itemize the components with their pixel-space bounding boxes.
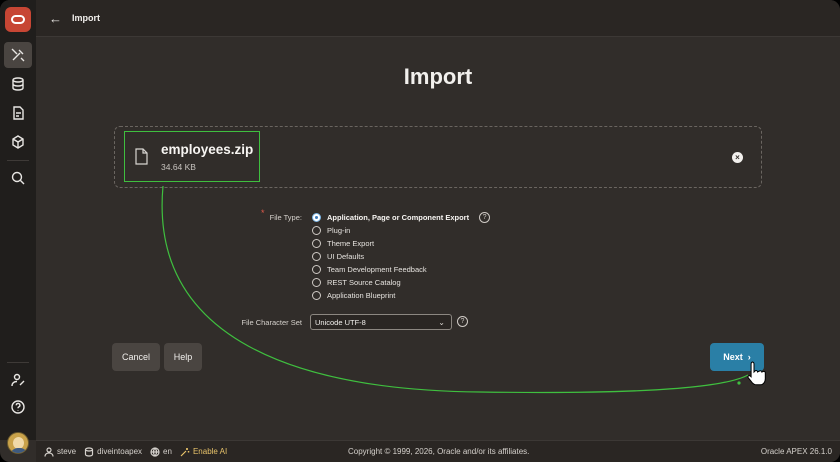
user-icon (44, 446, 54, 457)
oracle-logo[interactable] (5, 7, 31, 32)
radio-label: Application Blueprint (327, 291, 396, 300)
radio-label: UI Defaults (327, 252, 365, 261)
charset-select[interactable]: Unicode UTF-8 ⌄ (310, 314, 452, 330)
radio-option-ui-defaults[interactable]: UI Defaults (312, 250, 490, 263)
footer: steve diveintoapex en Enable AI Copyrigh… (36, 440, 840, 462)
footer-language-code: en (163, 447, 172, 456)
radio-button[interactable] (312, 291, 321, 300)
uploaded-file-card: employees.zip 34.64 KB (124, 131, 260, 182)
file-type-label: File Type: (269, 213, 302, 222)
arrow-left-icon[interactable]: ← (49, 11, 62, 26)
footer-workspace-name: diveintoapex (97, 447, 143, 456)
chevron-down-icon: ⌄ (438, 317, 445, 327)
radio-option-application-blueprint[interactable]: Application Blueprint (312, 289, 490, 302)
database-icon[interactable] (4, 71, 32, 97)
radio-button[interactable] (312, 213, 321, 222)
page-title: Import (403, 64, 473, 89)
user-settings-icon[interactable] (4, 367, 32, 393)
cancel-button[interactable]: Cancel (112, 343, 160, 371)
radio-label: Team Development Feedback (327, 265, 427, 274)
footer-workspace[interactable]: diveintoapex (84, 446, 143, 457)
help-icon[interactable]: ? (479, 212, 491, 223)
cube-icon[interactable] (4, 129, 32, 155)
search-icon[interactable] (4, 165, 32, 191)
sparkle-wand-icon (180, 447, 190, 456)
radio-label: Plug-in (327, 226, 351, 235)
radio-label: REST Source Catalog (327, 278, 401, 287)
charset-value: Unicode UTF-8 (315, 317, 366, 327)
tools-icon[interactable] (4, 42, 32, 68)
help-icon[interactable]: ? (457, 316, 468, 327)
app-window: ← Import Import employees.zip 34.64 KB ×… (0, 0, 840, 462)
close-circle-icon[interactable]: × (732, 152, 743, 163)
charset-label: File Character Set (241, 318, 302, 327)
radio-option-theme-export[interactable]: Theme Export (312, 237, 490, 250)
document-edit-icon[interactable] (4, 100, 32, 126)
radio-button[interactable] (312, 252, 321, 261)
database-icon (85, 446, 94, 457)
chevron-right-icon: › (747, 352, 751, 362)
radio-option-team-feedback[interactable]: Team Development Feedback (312, 263, 490, 276)
file-name: employees.zip (161, 141, 254, 157)
sidebar-divider (7, 362, 29, 363)
radio-button[interactable] (312, 265, 321, 274)
help-circle-icon[interactable] (4, 394, 32, 420)
file-type-radio-group: Application, Page or Component Export ? … (312, 211, 491, 302)
header: ← Import (36, 0, 840, 37)
avatar[interactable] (7, 432, 29, 454)
sidebar (0, 0, 36, 454)
next-label: Next (723, 352, 743, 362)
radio-button[interactable] (312, 278, 321, 287)
footer-copyright: Copyright © 1999, 2026, Oracle and/or it… (348, 447, 530, 456)
footer-enable-ai[interactable]: Enable AI (180, 447, 227, 457)
footer-user[interactable]: steve (44, 446, 77, 457)
radio-option-application-export[interactable]: Application, Page or Component Export ? (312, 211, 491, 224)
radio-label: Theme Export (327, 239, 375, 248)
radio-button[interactable] (312, 239, 321, 248)
file-icon (135, 148, 148, 165)
radio-button[interactable] (312, 226, 321, 235)
radio-label: Application, Page or Component Export (327, 213, 470, 222)
radio-option-rest-source-catalog[interactable]: REST Source Catalog (312, 276, 490, 289)
help-button[interactable]: Help (164, 343, 202, 371)
footer-language[interactable]: en (150, 446, 172, 457)
footer-user-name: steve (57, 447, 77, 456)
sidebar-divider (7, 160, 29, 161)
breadcrumb-title: Import (72, 13, 100, 23)
footer-version: Oracle APEX 26.1.0 (760, 447, 832, 456)
footer-ai-label: Enable AI (192, 447, 228, 456)
file-size: 34.64 KB (161, 161, 196, 172)
globe-icon (150, 446, 160, 457)
radio-option-plug-in[interactable]: Plug-in (312, 224, 490, 237)
next-button[interactable]: Next › (710, 343, 764, 371)
